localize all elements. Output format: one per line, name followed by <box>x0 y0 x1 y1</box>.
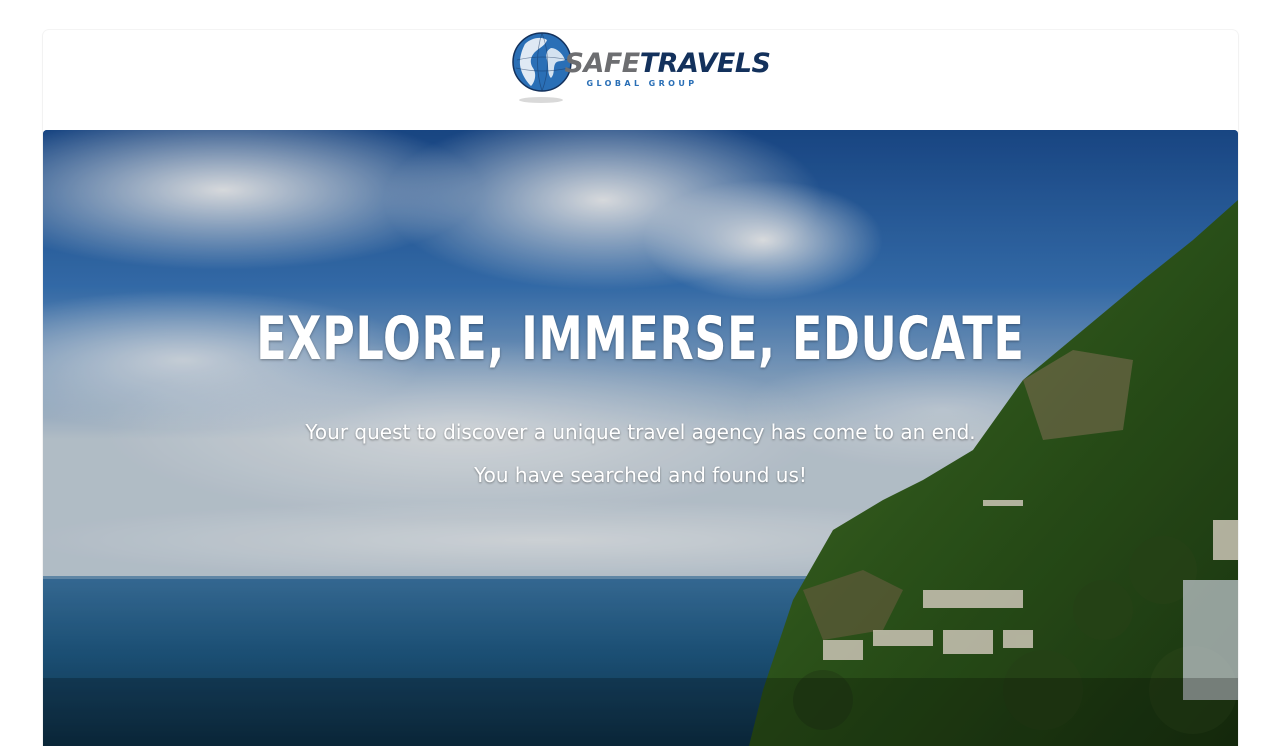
hero-banner: EXPLORE, IMMERSE, EDUCATE Your quest to … <box>43 130 1238 746</box>
hero-subtitle-line-2: You have searched and found us! <box>474 463 807 487</box>
logo-text: SAFETRAVELS GLOBAL GROUP <box>564 47 771 88</box>
logo-travels-text: TRAVELS <box>639 47 771 79</box>
logo-tagline: GLOBAL GROUP <box>586 78 698 88</box>
hero-subtitle-line-1: Your quest to discover a unique travel a… <box>305 420 976 444</box>
logo-safe-text: SAFE <box>564 47 641 79</box>
logo-wordmark: SAFETRAVELS <box>564 47 771 79</box>
site-header: SAFETRAVELS GLOBAL GROUP <box>43 0 1238 130</box>
globe-icon <box>511 32 572 103</box>
logo-link[interactable]: SAFETRAVELS GLOBAL GROUP <box>511 28 771 108</box>
hero-title: EXPLORE, IMMERSE, EDUCATE <box>256 304 1025 374</box>
hero-bottom-shade <box>43 678 1238 746</box>
page: SAFETRAVELS GLOBAL GROUP EXPLORE, IMMERS… <box>0 0 1280 746</box>
